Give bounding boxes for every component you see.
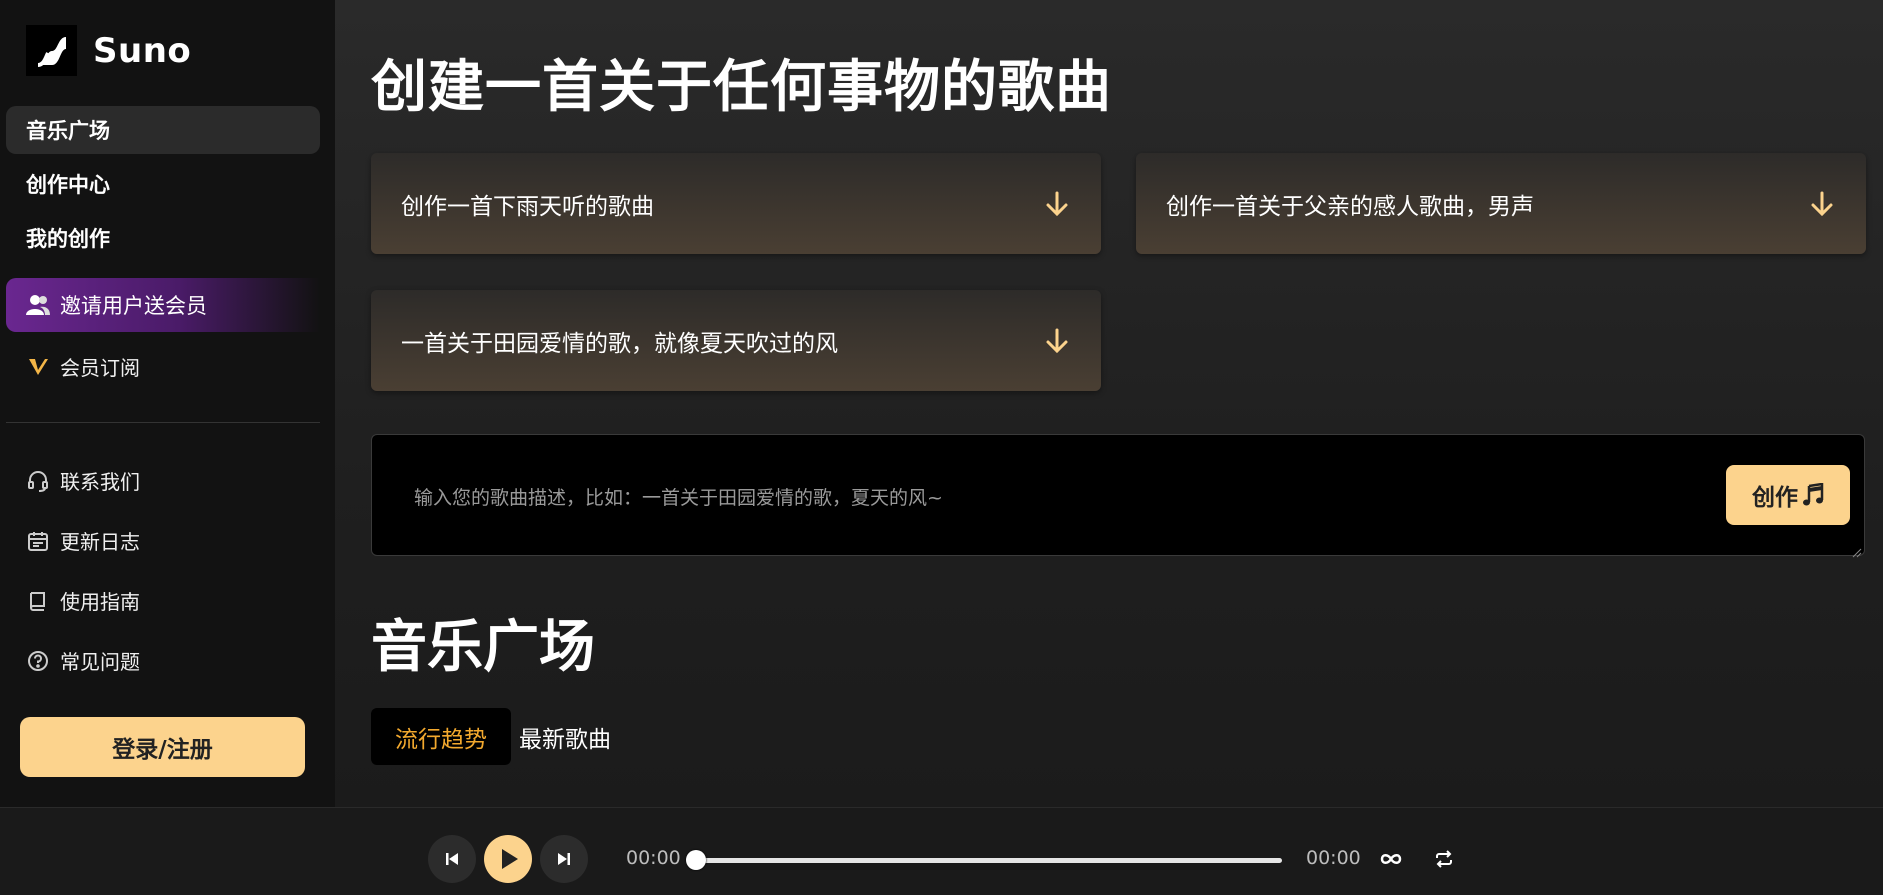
suno-logo-icon xyxy=(26,25,77,76)
subscription-link[interactable]: 会员订阅 xyxy=(26,352,140,381)
menu-item-changelog[interactable]: 更新日志 xyxy=(26,526,140,555)
brand-logo[interactable]: Suno xyxy=(26,25,191,76)
arrow-down-icon xyxy=(1043,190,1071,218)
calendar-icon xyxy=(26,529,50,553)
sidebar: Suno 音乐广场 创作中心 我的创作 邀请用户送会员 会员订阅 联系我们 更新… xyxy=(0,0,335,807)
main-content: 创建一首关于任何事物的歌曲 创作一首下雨天听的歌曲 创作一首关于父亲的感人歌曲，… xyxy=(335,0,1883,807)
invite-promo-label: 邀请用户送会员 xyxy=(60,294,207,318)
arrow-down-icon xyxy=(1043,327,1071,355)
tab-latest[interactable]: 最新歌曲 xyxy=(495,708,635,765)
music-note-icon xyxy=(1802,483,1824,507)
brand-name: Suno xyxy=(93,30,192,71)
menu-item-guide[interactable]: 使用指南 xyxy=(26,586,140,615)
progress-track[interactable] xyxy=(696,858,1282,863)
song-description-textarea[interactable]: 输入您的歌曲描述，比如：一首关于田园爱情的歌，夏天的风~ 创作 xyxy=(371,434,1865,558)
total-time: 00:00 xyxy=(1306,847,1361,869)
arrow-down-icon xyxy=(1808,190,1836,218)
subscription-label: 会员订阅 xyxy=(60,356,140,380)
nav-item-my-creations[interactable]: 我的创作 xyxy=(6,214,320,262)
question-icon xyxy=(26,649,50,673)
play-button[interactable] xyxy=(484,835,532,883)
skip-forward-icon xyxy=(556,851,572,867)
suggestion-text: 一首关于田园爱情的歌，就像夏天吹过的风 xyxy=(401,330,838,357)
prompt-placeholder: 输入您的歌曲描述，比如：一首关于田园爱情的歌，夏天的风~ xyxy=(414,487,943,509)
create-button[interactable]: 创作 xyxy=(1726,465,1850,525)
nav-item-creation-center[interactable]: 创作中心 xyxy=(6,160,320,208)
menu-item-label: 更新日志 xyxy=(60,530,140,554)
next-button[interactable] xyxy=(540,835,588,883)
nav-item-music-plaza[interactable]: 音乐广场 xyxy=(6,106,320,154)
menu-item-label: 使用指南 xyxy=(60,590,140,614)
suggestion-card[interactable]: 一首关于田园爱情的歌，就像夏天吹过的风 xyxy=(371,290,1101,391)
repeat-icon[interactable] xyxy=(1430,845,1458,873)
suggestion-text: 创作一首下雨天听的歌曲 xyxy=(401,193,654,220)
menu-item-label: 联系我们 xyxy=(60,470,140,494)
tab-trending[interactable]: 流行趋势 xyxy=(371,708,511,765)
suggestion-text: 创作一首关于父亲的感人歌曲，男声 xyxy=(1166,193,1534,220)
audio-player: 00:00 00:00 xyxy=(0,807,1883,895)
resize-handle-icon[interactable] xyxy=(1852,543,1862,558)
book-icon xyxy=(26,589,50,613)
page-title: 创建一首关于任何事物的歌曲 xyxy=(371,55,1112,120)
users-icon xyxy=(26,294,50,316)
current-time: 00:00 xyxy=(626,847,681,869)
v-badge-icon xyxy=(26,355,50,379)
invite-promo-button[interactable]: 邀请用户送会员 xyxy=(6,278,320,332)
previous-button[interactable] xyxy=(428,835,476,883)
headset-icon xyxy=(26,469,50,493)
menu-item-label: 常见问题 xyxy=(60,650,140,674)
suggestion-card[interactable]: 创作一首关于父亲的感人歌曲，男声 xyxy=(1136,153,1866,254)
create-label: 创作 xyxy=(1752,485,1798,511)
menu-item-faq[interactable]: 常见问题 xyxy=(26,646,140,675)
skip-back-icon xyxy=(444,851,460,867)
menu-item-contact[interactable]: 联系我们 xyxy=(26,466,140,495)
suggestion-card[interactable]: 创作一首下雨天听的歌曲 xyxy=(371,153,1101,254)
section-title: 音乐广场 xyxy=(371,615,595,680)
loop-infinite-icon[interactable] xyxy=(1377,845,1405,873)
progress-knob[interactable] xyxy=(686,850,706,870)
play-icon xyxy=(500,847,520,871)
login-register-button[interactable]: 登录/注册 xyxy=(20,717,305,777)
sidebar-divider xyxy=(6,422,320,423)
